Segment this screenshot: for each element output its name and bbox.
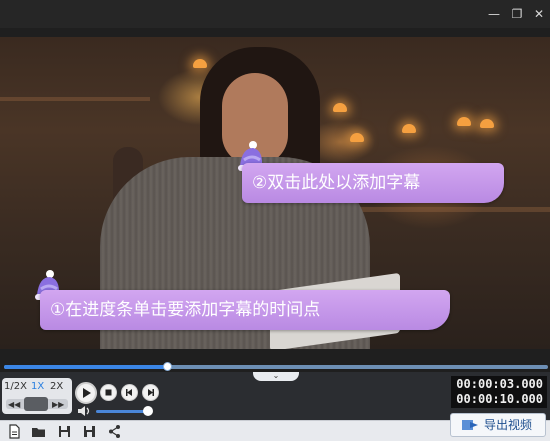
export-video-button[interactable]: 导出视频 — [450, 413, 546, 437]
stop-icon — [105, 389, 112, 396]
background-lamp — [193, 59, 207, 68]
export-video-label: 导出视频 — [484, 418, 533, 432]
background-lamp — [402, 124, 416, 133]
speed-option-half[interactable]: 1/2X — [4, 381, 27, 392]
previous-frame-button[interactable] — [121, 384, 138, 401]
app-window: — ❐ ✕ ②双击此处以添加字幕 ①在进度条单击要添加字幕的时间点 ⌄ 1/2X… — [0, 0, 550, 441]
progress-knob[interactable] — [162, 362, 172, 371]
rewind-icon[interactable]: ◀◀ — [8, 400, 20, 409]
speed-option-2x[interactable]: 2X — [50, 381, 63, 392]
skip-back-icon — [126, 389, 132, 396]
fast-forward-icon[interactable]: ▶▶ — [52, 400, 64, 409]
volume-slider-track[interactable] — [96, 410, 150, 413]
new-file-icon[interactable] — [7, 424, 22, 439]
progress-fill — [4, 365, 168, 369]
collapse-panel-toggle[interactable]: ⌄ — [253, 372, 299, 381]
open-folder-icon[interactable] — [31, 424, 46, 439]
current-time: 00:00:03.000 — [456, 377, 543, 391]
background-lamp — [333, 103, 347, 112]
play-icon — [83, 388, 91, 398]
background-lamp — [350, 133, 364, 142]
speed-selector[interactable]: 1/2X 1X 2X ◀◀ ▶▶ — [2, 378, 72, 414]
stop-button[interactable] — [100, 384, 117, 401]
background-lamp — [480, 119, 494, 128]
background-shelf — [0, 97, 150, 101]
hint-click-progress-bar: ①在进度条单击要添加字幕的时间点 — [40, 290, 450, 330]
speed-option-1x[interactable]: 1X — [31, 381, 44, 392]
volume-icon[interactable] — [77, 405, 91, 417]
background-lamp — [457, 117, 471, 126]
background-shelf — [360, 207, 550, 212]
close-button[interactable]: ✕ — [529, 4, 549, 24]
export-icon — [462, 420, 478, 430]
chevron-down-icon: ⌄ — [272, 371, 280, 380]
restore-button[interactable]: ❐ — [507, 4, 527, 24]
save-icon[interactable] — [57, 424, 72, 439]
minimize-button[interactable]: — — [484, 4, 504, 24]
speed-slider-thumb[interactable] — [24, 397, 48, 411]
volume-slider-knob[interactable] — [143, 406, 153, 416]
save-as-icon[interactable] — [82, 424, 97, 439]
skip-forward-icon — [148, 389, 154, 396]
hint-double-click-add-subtitle[interactable]: ②双击此处以添加字幕 — [242, 163, 504, 203]
play-button[interactable] — [75, 382, 97, 404]
total-time: 00:00:10.000 — [456, 392, 543, 406]
share-icon[interactable] — [107, 424, 122, 439]
title-bar: — ❐ ✕ — [0, 0, 550, 28]
next-frame-button[interactable] — [142, 384, 159, 401]
time-display: 00:00:03.000 00:00:10.000 — [451, 376, 547, 408]
